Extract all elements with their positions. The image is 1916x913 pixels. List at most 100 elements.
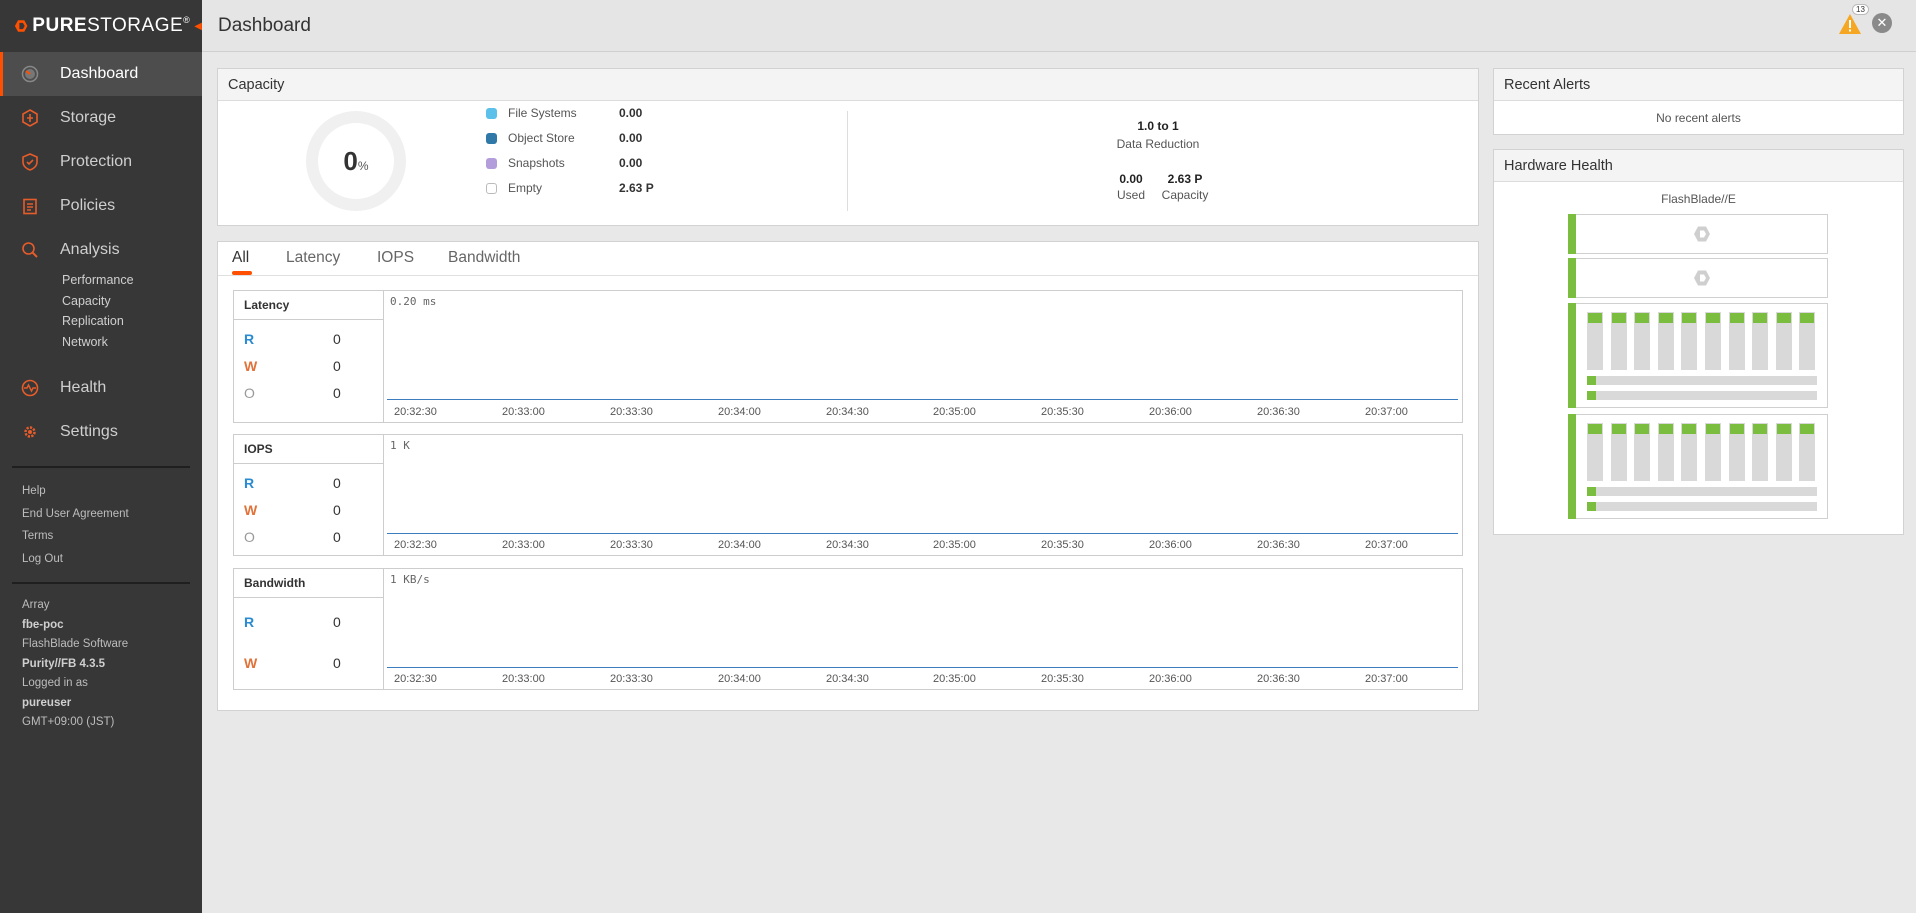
top-bar: Dashboard 13 ✕ (202, 0, 1916, 52)
legend-value: 0.00 (619, 156, 643, 170)
blade-slot[interactable] (1610, 312, 1627, 370)
array-name: fbe-poc (22, 618, 64, 631)
chart-title: Bandwidth (234, 569, 383, 598)
legend-row: File Systems 0.00 (486, 103, 642, 123)
blade-slot[interactable] (1752, 423, 1769, 481)
nav-analysis[interactable]: Analysis (0, 230, 202, 270)
clipboard-icon (20, 196, 40, 216)
legend-row: Object Store 0.00 (486, 128, 642, 148)
blade-slot[interactable] (1775, 423, 1792, 481)
x-tick-label: 20:33:00 (502, 673, 545, 685)
software-label: FlashBlade Software (22, 638, 129, 650)
blade-slot[interactable] (1681, 312, 1698, 370)
metric-value-o: 0 (333, 529, 341, 545)
data-reduction-value: 1.0 to 1 (1137, 119, 1179, 133)
blade-slot[interactable] (1799, 312, 1816, 370)
tab-bandwidth[interactable]: Bandwidth (448, 249, 520, 267)
blade-status-led (1588, 424, 1602, 434)
terms-link[interactable]: Terms (0, 525, 202, 548)
capacity-percent-sign: % (357, 159, 369, 173)
metric-key-r: R (244, 614, 255, 630)
blade-chassis[interactable] (1568, 414, 1828, 519)
fabric-status-led (1587, 376, 1596, 385)
fabric-bar (1587, 376, 1817, 385)
x-tick-label: 20:36:30 (1257, 673, 1300, 685)
nav-dashboard[interactable]: Dashboard (0, 52, 202, 96)
x-tick-label: 20:36:00 (1149, 673, 1192, 685)
hardware-model: FlashBlade//E (1661, 192, 1736, 206)
logout-link[interactable]: Log Out (0, 548, 202, 571)
brand-logo[interactable]: PURESTORAGE® ◀ (0, 0, 202, 52)
tab-all[interactable]: All (232, 249, 249, 267)
x-tick-label: 20:33:00 (502, 406, 545, 418)
x-tick-label: 20:32:30 (394, 539, 437, 551)
metric-value-w: 0 (333, 655, 341, 671)
blade-chassis[interactable] (1568, 303, 1828, 408)
brand-name-thin: STORAGE (87, 15, 184, 36)
health-status-bar (1568, 214, 1576, 254)
nav-analysis-replication[interactable]: Replication (0, 311, 202, 332)
nav-analysis-capacity[interactable]: Capacity (0, 291, 202, 312)
used-value: 0.00 (1119, 172, 1143, 186)
x-tick-label: 20:34:00 (718, 539, 761, 551)
blade-slot[interactable] (1587, 423, 1603, 481)
capacity-title: Capacity (218, 69, 1478, 101)
blade-slot[interactable] (1752, 312, 1769, 370)
health-icon (20, 378, 40, 398)
collapse-sidebar-icon[interactable]: ◀ (194, 21, 202, 32)
blade-slot[interactable] (1610, 423, 1627, 481)
x-tick-label: 20:36:30 (1257, 539, 1300, 551)
blade-slot[interactable] (1657, 312, 1674, 370)
blade-slot[interactable] (1634, 312, 1651, 370)
blade-slot[interactable] (1657, 423, 1674, 481)
blade-status-led (1635, 313, 1650, 323)
pure-storage-logo-icon (14, 20, 28, 32)
help-link[interactable]: Help (0, 480, 202, 503)
tab-latency[interactable]: Latency (286, 249, 340, 267)
chart-plot-area[interactable]: 1 KB/s 20:32:30 20:33:00 20:33:30 20:34:00 20… (384, 569, 1462, 689)
fabric-module[interactable] (1568, 258, 1828, 298)
chart-plot-area[interactable]: 0.20 ms 20:32:30 20:33:00 20:33:30 20:34:00 2… (384, 291, 1462, 422)
close-icon[interactable]: ✕ (1872, 13, 1892, 33)
sidebar-divider (12, 582, 190, 584)
chart-plot-area[interactable]: 1 K 20:32:30 20:33:00 20:33:30 20:34:00 20:34… (384, 435, 1462, 555)
blade-slot[interactable] (1634, 423, 1651, 481)
chart-y-max: 0.20 ms (390, 295, 437, 308)
blade-slot[interactable] (1799, 423, 1816, 481)
blade-slot[interactable] (1705, 312, 1721, 370)
blade-slot[interactable] (1681, 423, 1698, 481)
eula-link[interactable]: End User Agreement (0, 503, 202, 526)
fabric-bar (1587, 502, 1817, 511)
nav-storage[interactable]: Storage (0, 96, 202, 140)
nav-health-label: Health (60, 379, 107, 396)
x-tick-label: 20:34:30 (826, 673, 869, 685)
alerts-button[interactable]: 13 (1838, 4, 1869, 36)
x-tick-label: 20:33:30 (610, 539, 653, 551)
nav-analysis-performance[interactable]: Performance (0, 270, 202, 291)
x-tick-label: 20:33:30 (610, 673, 653, 685)
chart-title: IOPS (234, 435, 383, 464)
blade-slot[interactable] (1775, 312, 1792, 370)
legend-value: 0.00 (619, 106, 643, 120)
tab-iops[interactable]: IOPS (377, 249, 414, 267)
x-tick-label: 20:33:30 (610, 406, 653, 418)
chart-y-max: 1 KB/s (390, 573, 430, 586)
x-tick-label: 20:35:30 (1041, 673, 1084, 685)
capacity-label: Capacity (1161, 188, 1209, 202)
sidebar-divider (12, 466, 190, 468)
blade-slot[interactable] (1587, 312, 1603, 370)
nav-policies[interactable]: Policies (0, 184, 202, 228)
blade-status-led (1635, 424, 1650, 434)
brand-reg: ® (183, 15, 191, 25)
blade-slot[interactable] (1728, 423, 1745, 481)
nav-health[interactable]: Health (0, 366, 202, 410)
pure-logo-icon (1693, 225, 1711, 243)
fabric-module[interactable] (1568, 214, 1828, 254)
x-tick-label: 20:37:00 (1365, 673, 1408, 685)
blade-slot[interactable] (1728, 312, 1745, 370)
chart-y-max: 1 K (390, 439, 410, 452)
blade-slot[interactable] (1705, 423, 1721, 481)
nav-analysis-network[interactable]: Network (0, 332, 202, 353)
nav-protection[interactable]: Protection (0, 140, 202, 184)
nav-settings[interactable]: Settings (0, 410, 202, 454)
